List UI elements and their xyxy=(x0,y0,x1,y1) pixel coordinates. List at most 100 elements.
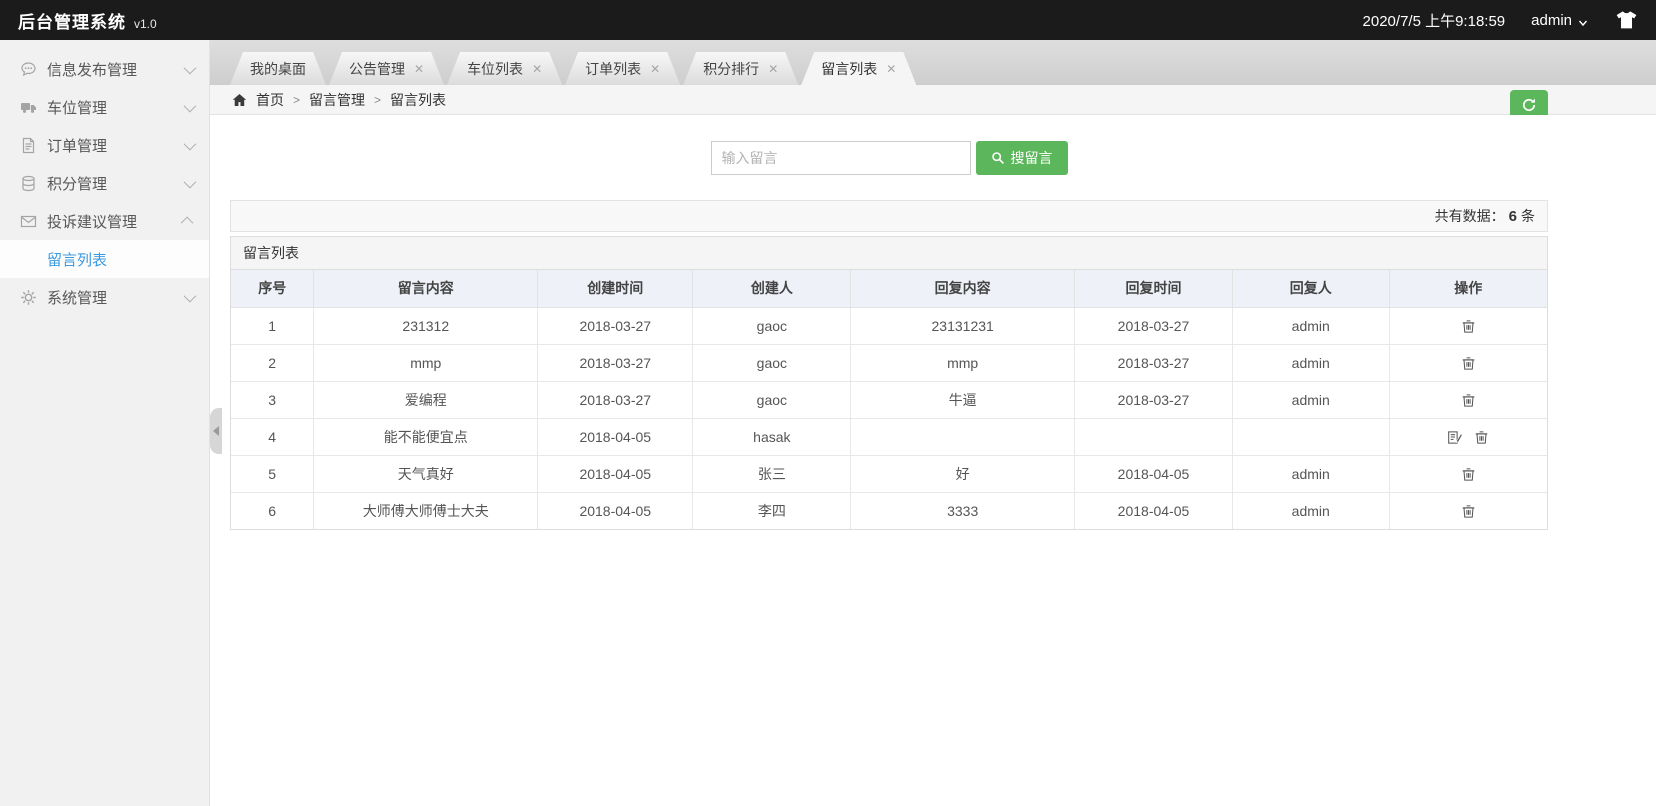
cell-content: 天气真好 xyxy=(313,454,539,493)
table-row: 3 爱编程 2018-03-27 gaoc 牛逼 2018-03-27 admin xyxy=(231,380,1547,419)
sidebar-item-label: 车位管理 xyxy=(47,99,108,117)
delete-icon[interactable] xyxy=(1461,319,1476,334)
cell-no: 4 xyxy=(231,417,315,456)
cell-actions xyxy=(1388,491,1547,529)
table-row: 2 mmp 2018-03-27 gaoc mmp 2018-03-27 admin xyxy=(231,343,1547,382)
gear-icon xyxy=(20,289,37,306)
column-header: 序号 xyxy=(231,270,315,308)
delete-icon[interactable] xyxy=(1474,430,1489,445)
tab-close-icon[interactable]: ✕ xyxy=(768,63,778,75)
sidebar-item-points[interactable]: 积分管理 xyxy=(0,164,209,202)
delete-icon[interactable] xyxy=(1461,504,1476,519)
column-header: 回复时间 xyxy=(1074,270,1233,308)
tab-close-icon[interactable]: ✕ xyxy=(414,63,424,75)
chevron-down-icon xyxy=(183,99,197,112)
cell-created: 2018-04-05 xyxy=(537,454,694,493)
tab-label: 车位列表 xyxy=(467,60,524,77)
tab-label: 我的桌面 xyxy=(250,60,306,77)
chevron-down-icon xyxy=(1578,15,1588,27)
sidebar-subitem-message-list[interactable]: 留言列表 xyxy=(0,240,209,278)
cell-created: 2018-03-27 xyxy=(537,306,694,345)
delete-icon[interactable] xyxy=(1461,467,1476,482)
cell-content: 能不能便宜点 xyxy=(313,417,539,456)
search-button[interactable]: 搜留言 xyxy=(975,141,1068,175)
cell-replier: admin xyxy=(1231,380,1390,419)
cell-reply: 3333 xyxy=(850,491,1076,529)
table-row: 4 能不能便宜点 2018-04-05 hasak xyxy=(231,417,1547,456)
sidebar-collapse-handle[interactable] xyxy=(210,408,222,454)
summary-suffix: 条 xyxy=(1521,208,1535,224)
cell-no: 3 xyxy=(231,380,315,419)
search-button-label: 搜留言 xyxy=(1010,150,1053,166)
tab-label: 积分排行 xyxy=(703,60,760,77)
file-icon xyxy=(20,137,37,154)
app-title: 后台管理系统 xyxy=(18,12,126,32)
tab-points-rank[interactable]: 积分排行 ✕ xyxy=(683,52,798,85)
delete-icon[interactable] xyxy=(1461,393,1476,408)
column-header: 回复人 xyxy=(1231,270,1390,308)
tab-close-icon[interactable]: ✕ xyxy=(886,63,896,75)
delete-icon[interactable] xyxy=(1461,356,1476,371)
chevron-down-icon xyxy=(183,175,197,188)
username-label: admin xyxy=(1531,11,1572,29)
reply-icon[interactable] xyxy=(1447,430,1463,445)
user-menu[interactable]: admin xyxy=(1531,12,1588,29)
tab-label: 公告管理 xyxy=(349,60,405,77)
cell-creator: gaoc xyxy=(692,380,852,419)
tab-close-icon[interactable]: ✕ xyxy=(532,63,542,75)
cell-replied: 2018-03-27 xyxy=(1074,343,1233,382)
summary-bar: 共有数据： 6 条 xyxy=(230,200,1548,232)
cell-reply: 好 xyxy=(850,454,1076,493)
cell-replied xyxy=(1074,417,1233,456)
cell-actions xyxy=(1388,380,1547,419)
message-table: 序号 留言内容 创建时间 创建人 回复内容 回复时间 回复人 操作 1 231312 2018-0… xyxy=(231,270,1547,529)
column-header: 创建人 xyxy=(692,270,852,308)
search-row: 搜留言 xyxy=(230,141,1548,175)
chevron-down-icon xyxy=(183,137,197,150)
sidebar-item-label: 投诉建议管理 xyxy=(47,213,138,231)
tab-notice[interactable]: 公告管理 ✕ xyxy=(329,52,444,85)
sidebar-item-info-publish[interactable]: 信息发布管理 xyxy=(0,50,209,88)
cell-actions xyxy=(1388,306,1547,345)
table-row: 1 231312 2018-03-27 gaoc 23131231 2018-03-27 a… xyxy=(231,306,1547,345)
cell-no: 5 xyxy=(231,454,315,493)
sidebar-item-parking[interactable]: 车位管理 xyxy=(0,88,209,126)
cell-replier: admin xyxy=(1231,343,1390,382)
tab-parking-list[interactable]: 车位列表 ✕ xyxy=(447,52,562,85)
content-area: 搜留言 共有数据： 6 条 留言列表 序号留言内容创建时间创建人 xyxy=(210,115,1656,806)
cell-content: 231312 xyxy=(313,306,539,345)
cell-replied: 2018-04-05 xyxy=(1074,454,1233,493)
theme-tshirt-icon[interactable] xyxy=(1614,9,1638,31)
column-header: 回复内容 xyxy=(850,270,1076,308)
cell-creator: gaoc xyxy=(692,306,852,345)
panel-title: 留言列表 xyxy=(231,237,1547,270)
cell-no: 1 xyxy=(231,306,315,345)
tab-message-list[interactable]: 留言列表 ✕ xyxy=(801,52,916,85)
cell-no: 2 xyxy=(231,343,315,382)
tab-label: 订单列表 xyxy=(585,60,642,77)
breadcrumb-item[interactable]: 首页 xyxy=(256,90,284,110)
column-header: 创建时间 xyxy=(537,270,694,308)
tab-desktop[interactable]: 我的桌面 xyxy=(230,52,326,85)
sidebar-item-complaints[interactable]: 投诉建议管理 xyxy=(0,202,209,240)
cell-replied: 2018-04-05 xyxy=(1074,491,1233,529)
tab-order-list[interactable]: 订单列表 ✕ xyxy=(565,52,680,85)
home-icon xyxy=(232,93,247,107)
sidebar-item-system[interactable]: 系统管理 xyxy=(0,278,209,316)
tabbar: 我的桌面 公告管理 ✕ 车位列表 ✕ 订单列表 ✕ 积分排行 ✕ 留言列表 ✕ xyxy=(210,40,1656,85)
app-version: v1.0 xyxy=(134,16,157,31)
cell-reply: mmp xyxy=(850,343,1076,382)
breadcrumb-item[interactable]: 留言管理 xyxy=(309,90,365,110)
tab-close-icon[interactable]: ✕ xyxy=(650,63,660,75)
breadcrumb-item[interactable]: 留言列表 xyxy=(390,90,446,110)
collapse-left-icon xyxy=(213,426,219,436)
search-icon xyxy=(991,151,1005,165)
search-input[interactable] xyxy=(710,141,971,175)
sidebar: 信息发布管理车位管理订单管理 积分管理投诉建议管理留言列表 系统管理 xyxy=(0,40,210,806)
sidebar-item-orders[interactable]: 订单管理 xyxy=(0,126,209,164)
cell-replier: admin xyxy=(1231,306,1390,345)
refresh-icon xyxy=(1521,97,1537,113)
breadcrumb-bar: 首页 > 留言管理 > 留言列表 xyxy=(210,85,1656,120)
cell-replier: admin xyxy=(1231,454,1390,493)
table-row: 5 天气真好 2018-04-05 张三好 2018-04-05 admin xyxy=(231,454,1547,493)
